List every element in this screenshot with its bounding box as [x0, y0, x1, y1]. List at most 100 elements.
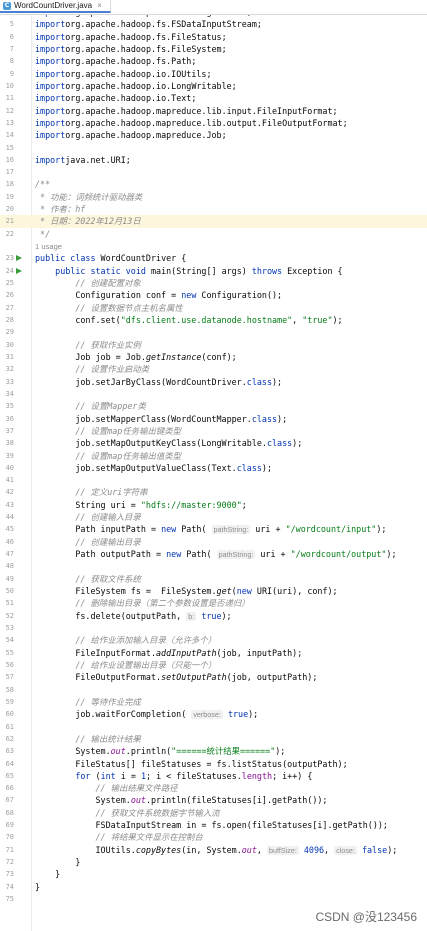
code-line[interactable]: 49 // 获取文件系统: [0, 573, 427, 585]
code-line[interactable]: 9 importorg.apache.hadoop.io.IOUtils;: [0, 68, 427, 80]
code-line[interactable]: 19 * 功能：词频统计驱动器类: [0, 191, 427, 203]
code-line[interactable]: 65 for (int i = 1; i < fileStatuses.leng…: [0, 770, 427, 782]
code-line[interactable]: 55 FileInputFormat.addInputPath(job, inp…: [0, 647, 427, 659]
code-line[interactable]: 73 }: [0, 868, 427, 880]
code-line[interactable]: 27 // 设置数据节点主机名属性: [0, 302, 427, 314]
line-number: 54: [5, 636, 14, 645]
code-line[interactable]: 6 importorg.apache.hadoop.fs.FileStatus;: [0, 31, 427, 43]
line-number: 61: [5, 722, 14, 731]
code-line[interactable]: 10 importorg.apache.hadoop.io.LongWritabl…: [0, 80, 427, 92]
code-line[interactable]: 71 IOUtils.copyBytes(in, System.out, buf…: [0, 844, 427, 856]
code-line[interactable]: 7 importorg.apache.hadoop.fs.FileSystem;: [0, 43, 427, 55]
code-line[interactable]: 48: [0, 560, 427, 572]
code-line[interactable]: 22 */: [0, 228, 427, 240]
line-number: 50: [5, 587, 14, 596]
code-line[interactable]: 59 // 等待作业完成: [0, 696, 427, 708]
code-line[interactable]: 60 job.waitForCompletion( verbose: true)…: [0, 708, 427, 720]
code-line[interactable]: 24 public static void main(String[] args…: [0, 265, 427, 277]
code-line[interactable]: 8 importorg.apache.hadoop.fs.Path;: [0, 55, 427, 67]
code-token: org.apache.hadoop.fs.FileStatus;: [65, 31, 227, 42]
tab-label: WordCountDriver.java: [14, 1, 93, 10]
code-line[interactable]: 41: [0, 474, 427, 486]
code-line[interactable]: 33 job.setJarByClass(WordCountDriver.cla…: [0, 376, 427, 388]
code-line[interactable]: 13 importorg.apache.hadoop.mapreduce.lib.…: [0, 117, 427, 129]
code-line[interactable]: 30 // 获取作业实例: [0, 339, 427, 351]
code-token: ,: [256, 844, 267, 855]
code-token: ,: [324, 844, 335, 855]
code-editor[interactable]: 4importorg.apache.hadoop.conf.Configurat…: [0, 6, 427, 931]
code-token: "======统计结果======": [171, 746, 276, 757]
code-line[interactable]: 23 public class WordCountDriver {: [0, 252, 427, 264]
code-line[interactable]: 61: [0, 721, 427, 733]
code-line[interactable]: 54 // 给作业添加输入目录（允许多个）: [0, 634, 427, 646]
code-line[interactable]: 16 importjava.net.URI;: [0, 154, 427, 166]
code-line[interactable]: 25 // 创建配置对象: [0, 277, 427, 289]
code-token: // 输出统计结果: [75, 733, 141, 744]
code-token: false: [361, 844, 388, 855]
code-line[interactable]: 17: [0, 166, 427, 178]
close-icon[interactable]: ×: [97, 1, 102, 10]
code-line[interactable]: 36 job.setMapperClass(WordCountMapper.cl…: [0, 413, 427, 425]
code-line[interactable]: 46 // 创建输出目录: [0, 536, 427, 548]
code-line[interactable]: 44 // 创建输入目录: [0, 511, 427, 523]
code-line[interactable]: 32 // 设置作业启动类: [0, 363, 427, 375]
code-line[interactable]: 63 System.out.println("======统计结果======"…: [0, 745, 427, 757]
code-token: org.apache.hadoop.fs.FSDataInputStream;: [65, 19, 262, 30]
code-line[interactable]: 21 * 日期：2022年12月13日: [0, 215, 427, 228]
tab-wordcountdriver[interactable]: C WordCountDriver.java ×: [0, 0, 111, 13]
code-text: // 输出结果文件路径: [35, 782, 178, 794]
code-line[interactable]: 69 FSDataInputStream in = fs.open(fileSt…: [0, 819, 427, 831]
code-line[interactable]: 47 Path outputPath = new Path( pathStrin…: [0, 548, 427, 560]
code-line[interactable]: 57 FileOutputFormat.setOutputPath(job, o…: [0, 671, 427, 683]
code-line[interactable]: 38 job.setMapOutputKeyClass(LongWritable…: [0, 437, 427, 449]
code-line[interactable]: 68 // 获取文件系统数据字节输入流: [0, 807, 427, 819]
code-line[interactable]: 39 // 设置map任务输出值类型: [0, 450, 427, 462]
code-token: // 设置Mapper类: [75, 401, 146, 412]
code-line[interactable]: 31 Job job = Job.getInstance(conf);: [0, 351, 427, 363]
code-line[interactable]: 42 // 定义uri字符串: [0, 486, 427, 498]
code-line[interactable]: 64 FileStatus[] fileStatuses = fs.listSt…: [0, 758, 427, 770]
code-line[interactable]: 11 importorg.apache.hadoop.io.Text;: [0, 92, 427, 104]
code-line[interactable]: 45 Path inputPath = new Path( pathString…: [0, 523, 427, 535]
code-token: fs.delete(outputPath,: [35, 610, 187, 621]
code-line[interactable]: 51 // 删除输出目录（第二个参数设置是否递归）: [0, 597, 427, 609]
usage-hint-line[interactable]: 1 usage: [0, 240, 427, 252]
code-text: job.setMapOutputValueClass(Text.class);: [35, 462, 272, 474]
line-number: 33: [5, 377, 14, 386]
code-line[interactable]: 70 // 将结果文件显示在控制台: [0, 831, 427, 843]
code-line[interactable]: 74}: [0, 881, 427, 893]
code-line[interactable]: 37 // 设置map任务输出键类型: [0, 425, 427, 437]
code-line[interactable]: 34: [0, 388, 427, 400]
code-line[interactable]: 26 Configuration conf = new Configuratio…: [0, 289, 427, 301]
code-line[interactable]: 5 importorg.apache.hadoop.fs.FSDataInputS…: [0, 18, 427, 30]
code-line[interactable]: 62 // 输出统计结果: [0, 733, 427, 745]
code-line[interactable]: 43 String uri = "hdfs://master:9000";: [0, 499, 427, 511]
code-token: // 获取作业实例: [75, 339, 141, 350]
code-line[interactable]: 40 job.setMapOutputValueClass(Text.class…: [0, 462, 427, 474]
code-line[interactable]: 14 importorg.apache.hadoop.mapreduce.Job;: [0, 129, 427, 141]
code-line[interactable]: 66 // 输出结果文件路径: [0, 782, 427, 794]
run-gutter-icon[interactable]: [16, 267, 22, 274]
code-line[interactable]: 67 System.out.println(fileStatuses[i].ge…: [0, 794, 427, 806]
code-line[interactable]: 20 * 作者：hf: [0, 203, 427, 215]
code-line[interactable]: 53: [0, 622, 427, 634]
code-line[interactable]: 52 fs.delete(outputPath, b: true);: [0, 610, 427, 622]
code-line[interactable]: 50 FileSystem fs = FileSystem.get(new UR…: [0, 585, 427, 597]
code-line[interactable]: 15: [0, 142, 427, 154]
code-line[interactable]: 75: [0, 893, 427, 905]
code-line[interactable]: 18 /**: [0, 178, 427, 190]
code-line[interactable]: 58: [0, 684, 427, 696]
run-gutter-icon[interactable]: [16, 255, 22, 262]
usages-link[interactable]: 1 usage: [35, 242, 62, 251]
code-line[interactable]: 28 conf.set("dfs.client.use.datanode.hos…: [0, 314, 427, 326]
editor-tab-bar: C WordCountDriver.java ×: [0, 0, 427, 15]
code-line[interactable]: 72 }: [0, 856, 427, 868]
code-line[interactable]: 35 // 设置Mapper类: [0, 400, 427, 412]
code-token: }: [35, 857, 81, 868]
code-line[interactable]: 56 // 给作业设置输出目录（只能一个）: [0, 659, 427, 671]
code-line[interactable]: 29: [0, 326, 427, 338]
code-line[interactable]: 12 importorg.apache.hadoop.mapreduce.lib.…: [0, 105, 427, 117]
code-text: // 创建输出目录: [35, 536, 140, 548]
